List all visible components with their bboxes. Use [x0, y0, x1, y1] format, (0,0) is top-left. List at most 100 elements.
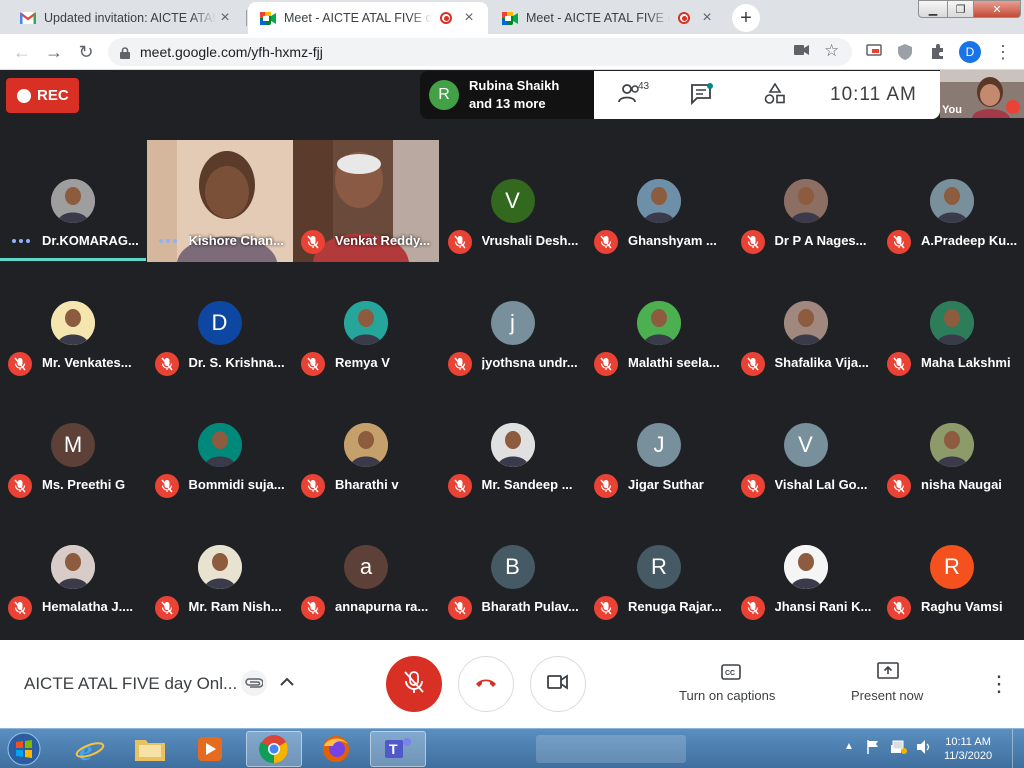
- participant-tile[interactable]: D Dr. S. Krishna...: [147, 262, 293, 384]
- mic-muted-icon: [887, 474, 911, 498]
- participant-tile[interactable]: Bharathi v: [293, 384, 439, 506]
- ie-icon[interactable]: e: [62, 731, 118, 767]
- presenter-chip[interactable]: R Rubina Shaikh and 13 more: [420, 71, 594, 119]
- participant-name: jyothsna undr...: [481, 355, 578, 370]
- participant-tile[interactable]: R Raghu Vamsi: [879, 506, 1024, 628]
- participant-tile[interactable]: nisha Naugai: [879, 384, 1024, 506]
- participant-avatar: [637, 301, 681, 345]
- tab-meet-active[interactable]: Meet - AICTE ATAL FIVE day ×: [248, 2, 488, 34]
- volume-icon[interactable]: [916, 739, 932, 760]
- action-center-flag-icon[interactable]: [866, 739, 880, 760]
- chevron-up-icon[interactable]: [280, 674, 294, 692]
- participant-tile[interactable]: Dr.KOMARAG...: [0, 140, 146, 262]
- participant-tile[interactable]: V Vishal Lal Go...: [733, 384, 879, 506]
- cast-icon[interactable]: [866, 44, 882, 60]
- teams-icon[interactable]: T: [370, 731, 426, 767]
- show-desktop-button[interactable]: [1012, 729, 1024, 768]
- participant-tile[interactable]: Ghanshyam ...: [586, 140, 732, 262]
- participant-name: Mr. Ram Nish...: [188, 599, 282, 614]
- participant-avatar: V: [783, 423, 828, 467]
- more-options-icon[interactable]: ⋮: [988, 672, 1010, 696]
- tab-gmail-invitation[interactable]: Updated invitation: AICTE ATAL FIVE ×: [8, 2, 244, 34]
- participant-tile[interactable]: Kishore Chan...: [146, 140, 293, 262]
- explorer-icon[interactable]: [122, 731, 178, 767]
- address-bar[interactable]: meet.google.com/yfh-hxmz-fjj ☆: [108, 38, 852, 66]
- participant-tile[interactable]: A.Pradeep Ku...: [879, 140, 1024, 262]
- participant-avatar: R: [930, 545, 974, 589]
- participant-tile[interactable]: Mr. Sandeep ...: [440, 384, 586, 506]
- attachment-icon[interactable]: [241, 670, 267, 696]
- captions-button[interactable]: Turn on captions: [679, 688, 775, 703]
- camera-toggle-button[interactable]: [530, 656, 586, 712]
- participant-avatar: [344, 301, 388, 345]
- tray-expand-icon[interactable]: ▲: [844, 741, 854, 752]
- participant-tile[interactable]: Venkat Reddy...: [293, 140, 439, 262]
- rec-label: REC: [37, 87, 69, 104]
- chat-icon[interactable]: [690, 83, 716, 107]
- tab-meet-second[interactable]: Meet - AICTE ATAL FIVE day ×: [490, 2, 726, 34]
- forward-arrow-icon[interactable]: →: [42, 40, 66, 64]
- activities-icon[interactable]: [764, 82, 790, 107]
- participant-tile[interactable]: Shafalika Vija...: [733, 262, 879, 384]
- record-dot-icon: [17, 88, 31, 103]
- browser-menu-icon[interactable]: ⋮: [994, 40, 1012, 64]
- firefox-icon[interactable]: [308, 731, 364, 767]
- leave-call-button[interactable]: [458, 656, 514, 712]
- participant-tile[interactable]: M Ms. Preethi G: [0, 384, 146, 506]
- participant-tile[interactable]: Hemalatha J....: [0, 506, 146, 628]
- shield-extension-icon[interactable]: [898, 44, 914, 60]
- participant-tile[interactable]: a annapurna ra...: [293, 506, 439, 628]
- present-screen-icon[interactable]: [877, 662, 899, 685]
- participant-name: Bommidi suja...: [188, 477, 285, 492]
- meet-icon: [260, 10, 276, 26]
- media-player-icon[interactable]: [182, 731, 238, 767]
- mic-muted-icon: [594, 230, 618, 254]
- participant-tile[interactable]: B Bharath Pulav...: [440, 506, 586, 628]
- recording-badge[interactable]: REC: [6, 78, 79, 113]
- reload-icon[interactable]: ↻: [74, 40, 98, 64]
- mic-muted-button[interactable]: [386, 656, 442, 712]
- participant-tile[interactable]: j jyothsna undr...: [440, 262, 586, 384]
- mic-muted-icon: [154, 474, 179, 498]
- start-button[interactable]: [0, 731, 48, 767]
- tab-close-icon[interactable]: ×: [698, 9, 716, 27]
- camera-indicator-icon[interactable]: [794, 43, 810, 59]
- gmail-icon: [20, 10, 36, 26]
- system-clock[interactable]: 10:11 AM 11/3/2020: [944, 735, 992, 763]
- window-close-button[interactable]: ✕: [973, 0, 1021, 18]
- self-view-tile[interactable]: You: [940, 70, 1024, 118]
- window-maximize-button[interactable]: ❐: [947, 0, 974, 18]
- participant-tile[interactable]: V Vrushali Desh...: [440, 140, 586, 262]
- mic-muted-icon: [447, 596, 472, 620]
- meet-info-panel: 43 10:11 AM: [594, 71, 940, 119]
- participant-tile[interactable]: Malathi seela...: [586, 262, 732, 384]
- extensions-puzzle-icon[interactable]: [930, 44, 946, 60]
- participant-tile[interactable]: Dr P A Nages...: [733, 140, 879, 262]
- mic-muted-icon: [447, 474, 472, 498]
- participant-tile[interactable]: Bommidi suja...: [147, 384, 293, 506]
- participant-tile[interactable]: J Jigar Suthar: [586, 384, 732, 506]
- captions-icon[interactable]: CC: [721, 664, 741, 685]
- participant-tile[interactable]: Mr. Venkates...: [0, 262, 146, 384]
- network-icon[interactable]: [890, 739, 908, 760]
- mic-muted-icon: [594, 596, 618, 620]
- participant-name: Mr. Sandeep ...: [481, 477, 573, 492]
- window-minimize-button[interactable]: ▁: [918, 0, 948, 18]
- meeting-title[interactable]: AICTE ATAL FIVE day Onl...: [24, 674, 237, 694]
- profile-avatar[interactable]: D: [959, 41, 981, 63]
- chrome-icon[interactable]: [246, 731, 302, 767]
- meet-icon: [502, 10, 518, 26]
- participant-tile[interactable]: Remya V: [293, 262, 439, 384]
- mic-muted-icon: [887, 230, 911, 254]
- participant-tile[interactable]: Jhansi Rani K...: [733, 506, 879, 628]
- present-now-button[interactable]: Present now: [851, 688, 923, 703]
- back-arrow-icon[interactable]: ←: [10, 40, 34, 64]
- participant-tile[interactable]: Maha Lakshmi: [879, 262, 1024, 384]
- tab-close-icon[interactable]: ×: [460, 9, 478, 27]
- participant-tile[interactable]: Mr. Ram Nish...: [147, 506, 293, 628]
- new-tab-button[interactable]: +: [732, 4, 760, 32]
- tab-close-icon[interactable]: ×: [216, 9, 234, 27]
- self-label: You: [942, 104, 962, 116]
- participant-tile[interactable]: R Renuga Rajar...: [586, 506, 732, 628]
- bookmark-star-icon[interactable]: ☆: [824, 41, 839, 61]
